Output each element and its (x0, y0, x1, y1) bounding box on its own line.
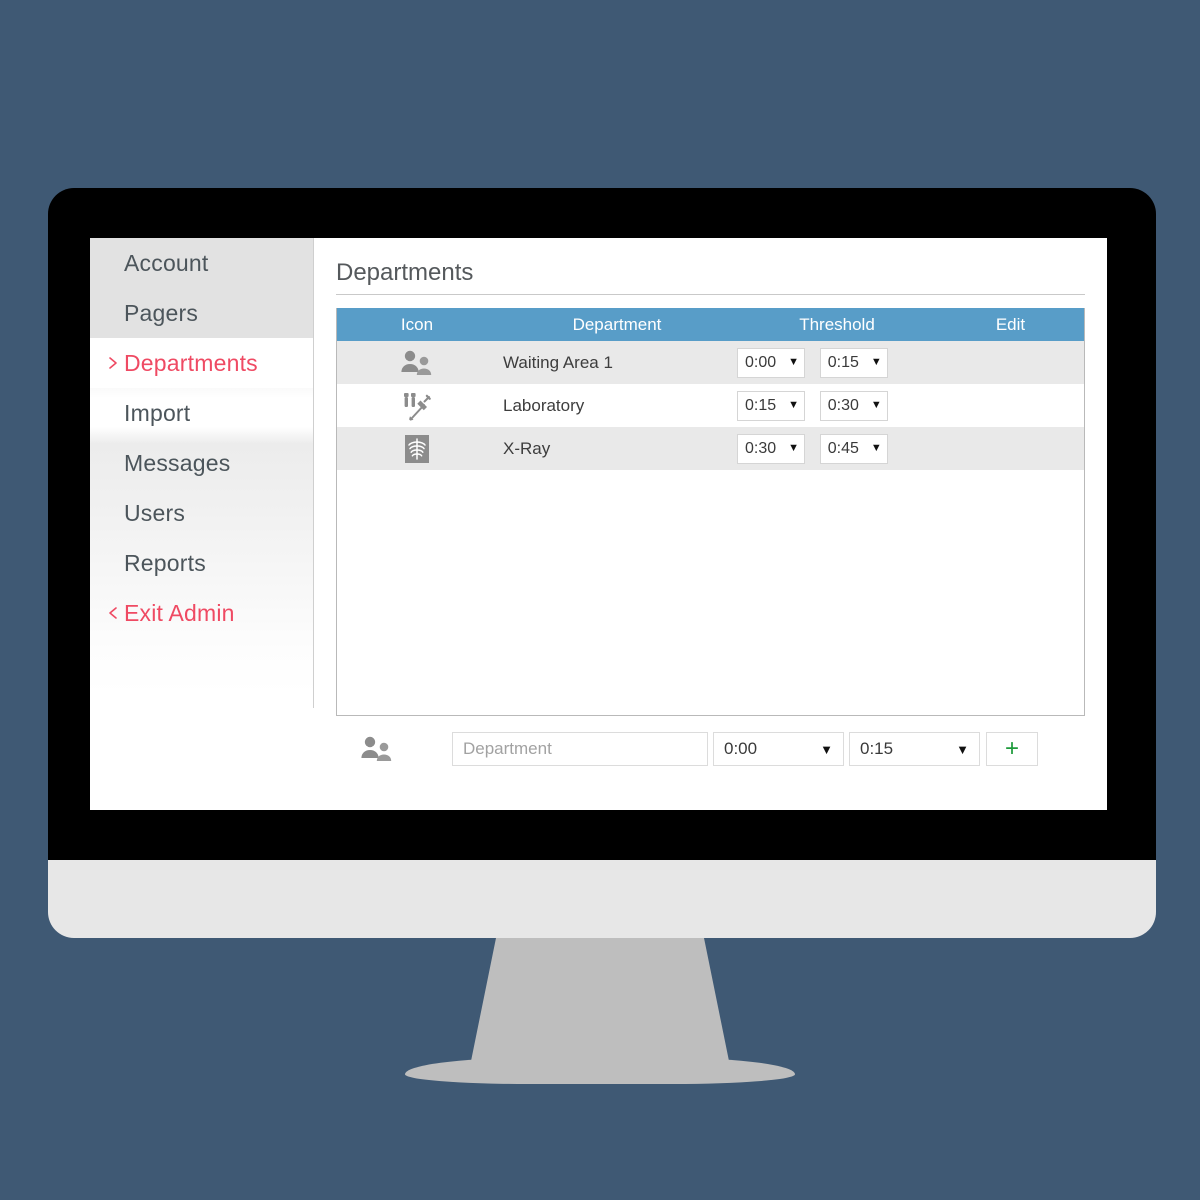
row-department-cell: Laboratory (497, 384, 737, 428)
row-threshold-cell: 0:15 ▼ 0:30 ▼ (737, 384, 937, 428)
sidebar-item-reports[interactable]: Reports (90, 538, 314, 588)
add-department-button[interactable]: + (986, 732, 1038, 767)
sidebar: Account Pagers Departments Import Messag… (90, 238, 314, 810)
row-edit-cell[interactable] (937, 427, 1084, 471)
row-threshold-cell: 0:30 ▼ 0:45 ▼ (737, 427, 937, 471)
department-name: Laboratory (503, 395, 585, 415)
sidebar-item-import[interactable]: Import (90, 388, 314, 438)
app-screen: Account Pagers Departments Import Messag… (90, 238, 1107, 810)
xray-ribcage-icon (403, 434, 431, 464)
plus-icon: + (1004, 735, 1019, 763)
departments-table: Icon Department Threshold Edit Waiting A… (337, 308, 1084, 471)
sidebar-item-label: Departments (124, 349, 258, 376)
screenshot-stage: Account Pagers Departments Import Messag… (0, 0, 1200, 1200)
page-title: Departments (336, 259, 474, 286)
add-department-row: 0:00 ▼ 0:15 ▼ + (336, 732, 1085, 767)
chevron-left-icon (106, 606, 120, 620)
chevron-down-icon: ▼ (788, 356, 799, 369)
column-header-icon: Icon (337, 308, 497, 342)
new-threshold-low-value: 0:00 (724, 739, 758, 759)
chevron-down-icon: ▼ (788, 399, 799, 412)
threshold-high-value: 0:30 (827, 396, 859, 414)
threshold-low-value: 0:00 (745, 353, 777, 371)
row-threshold-cell: 0:00 ▼ 0:15 ▼ (737, 341, 937, 385)
row-department-cell: Waiting Area 1 (497, 341, 737, 385)
sidebar-item-users[interactable]: Users (90, 488, 314, 538)
row-icon-cell (337, 384, 497, 428)
sidebar-item-label: Exit Admin (124, 599, 235, 626)
row-edit-cell[interactable] (937, 341, 1084, 385)
sidebar-item-exit-admin[interactable]: Exit Admin (90, 588, 314, 638)
two-people-icon[interactable] (360, 736, 452, 762)
monitor-chin (48, 860, 1156, 938)
table-header-row: Icon Department Threshold Edit (337, 308, 1084, 342)
sidebar-item-label: Messages (124, 449, 231, 476)
threshold-low-value: 0:30 (745, 439, 777, 457)
chevron-down-icon: ▼ (870, 399, 882, 412)
department-name: X-Ray (503, 438, 551, 458)
sidebar-item-messages[interactable]: Messages (90, 438, 314, 488)
threshold-high-select[interactable]: 0:15 ▼ (819, 347, 888, 378)
threshold-high-select[interactable]: 0:30 ▼ (819, 390, 888, 421)
monitor-stand-neck (470, 938, 730, 1066)
sidebar-item-pagers[interactable]: Pagers (90, 288, 314, 338)
table-row: X-Ray 0:30 ▼ 0:45 ▼ (337, 427, 1084, 471)
row-department-cell: X-Ray (497, 427, 737, 471)
chevron-down-icon: ▼ (788, 442, 799, 455)
new-threshold-high-value: 0:15 (860, 739, 894, 759)
threshold-low-value: 0:15 (745, 396, 777, 414)
chevron-down-icon: ▼ (870, 442, 882, 455)
syringe-test-tubes-icon (400, 391, 434, 421)
chevron-down-icon: ▼ (820, 741, 833, 757)
row-edit-cell[interactable] (937, 384, 1084, 428)
threshold-low-select[interactable]: 0:00 ▼ (737, 347, 805, 378)
table-body: Waiting Area 1 0:00 ▼ 0:15 ▼ Laboratory … (337, 341, 1084, 471)
row-icon-cell (337, 341, 497, 385)
new-threshold-high-select[interactable]: 0:15 ▼ (849, 732, 980, 767)
table-header: Icon Department Threshold Edit (337, 308, 1084, 342)
department-input[interactable] (452, 732, 708, 767)
title-divider (336, 294, 1085, 296)
sidebar-item-label: Reports (124, 549, 206, 576)
threshold-low-select[interactable]: 0:30 ▼ (737, 433, 805, 464)
table-row: Waiting Area 1 0:00 ▼ 0:15 ▼ (337, 341, 1084, 385)
row-icon-cell (337, 427, 497, 471)
threshold-high-value: 0:15 (827, 353, 859, 371)
threshold-high-select[interactable]: 0:45 ▼ (819, 433, 888, 464)
content-area: Departments Icon Department Threshold Ed… (314, 238, 1107, 810)
monitor-stand-foot (405, 1058, 795, 1084)
chevron-right-icon (106, 356, 120, 370)
column-header-department: Department (497, 308, 737, 342)
two-people-icon (400, 350, 434, 376)
sidebar-item-departments[interactable]: Departments (90, 338, 314, 388)
column-header-edit: Edit (937, 308, 1084, 342)
sidebar-item-account[interactable]: Account (90, 238, 314, 288)
new-threshold-low-select[interactable]: 0:00 ▼ (713, 732, 844, 767)
sidebar-item-label: Pagers (124, 299, 199, 326)
threshold-high-value: 0:45 (827, 439, 859, 457)
sidebar-item-label: Users (124, 499, 186, 526)
department-name: Waiting Area 1 (503, 352, 613, 372)
table-row: Laboratory 0:15 ▼ 0:30 ▼ (337, 384, 1084, 428)
chevron-down-icon: ▼ (870, 356, 882, 369)
chevron-down-icon: ▼ (956, 741, 969, 757)
sidebar-item-label: Import (124, 399, 191, 426)
column-header-threshold: Threshold (737, 308, 937, 342)
departments-table-container: Icon Department Threshold Edit Waiting A… (336, 308, 1085, 717)
threshold-low-select[interactable]: 0:15 ▼ (737, 390, 805, 421)
sidebar-item-label: Account (124, 249, 209, 276)
